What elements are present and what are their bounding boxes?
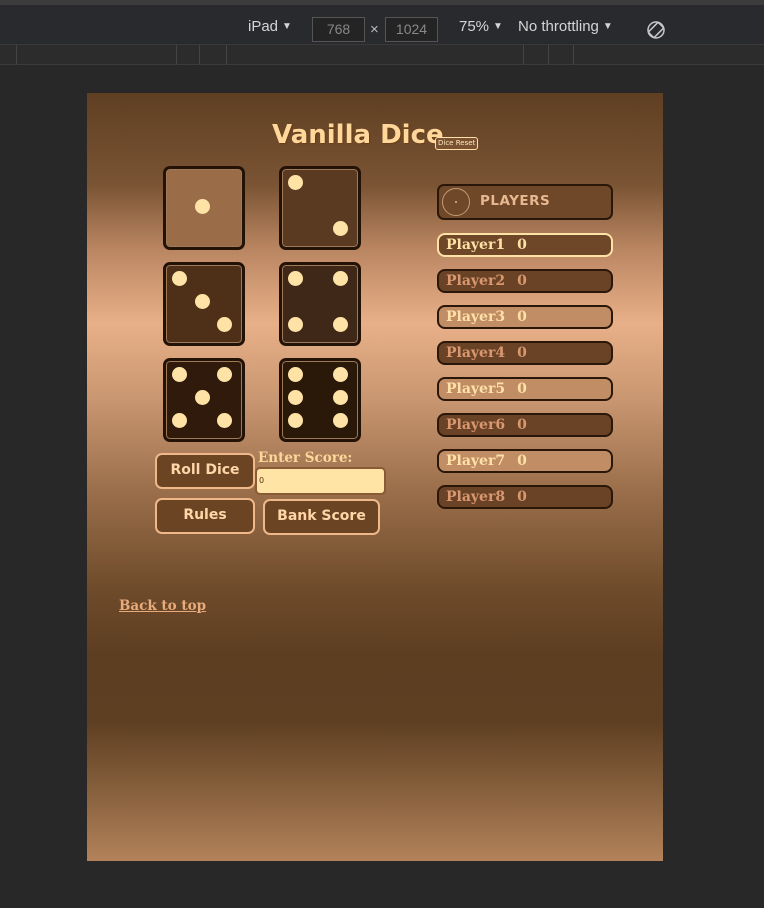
player-score: 0 (517, 453, 527, 469)
player-score: 0 (517, 345, 527, 361)
die-pip (332, 270, 348, 286)
player-score: 0 (517, 489, 527, 505)
die-pip (194, 389, 210, 405)
score-input[interactable]: 0 (255, 467, 386, 495)
die-pip (287, 270, 303, 286)
die-pip (171, 412, 187, 428)
player-name: Player6 (446, 417, 506, 433)
player-score: 0 (517, 273, 527, 289)
roll-dice-button[interactable]: Roll Dice (155, 453, 255, 489)
player-row[interactable]: Player7 0 (437, 449, 613, 473)
back-to-top-link[interactable]: Back to top (119, 598, 206, 614)
die-pip (287, 412, 303, 428)
player-row[interactable]: Player6 0 (437, 413, 613, 437)
player-row[interactable]: Player5 0 (437, 377, 613, 401)
page-title: Vanilla Dice (272, 120, 444, 150)
enter-score-label: Enter Score: (258, 450, 353, 466)
players-toggle-dot (455, 201, 457, 203)
player-name: Player8 (446, 489, 506, 505)
players-label: PLAYERS (480, 193, 551, 209)
throttling-label: No throttling (518, 18, 599, 35)
player-name: Player5 (446, 381, 506, 397)
player-row[interactable]: Player1 0 (437, 233, 613, 257)
players-header[interactable]: PLAYERS (437, 184, 613, 220)
die-pip (332, 412, 348, 428)
die-pip (194, 198, 210, 214)
die-pip (287, 389, 303, 405)
rotate-icon[interactable] (645, 19, 667, 41)
die-pip (332, 366, 348, 382)
dice-reset-button[interactable]: Dice Reset (435, 137, 479, 150)
die-4[interactable] (279, 262, 361, 346)
die-pip (216, 366, 232, 382)
device-select[interactable]: iPad ▼ (248, 18, 292, 35)
zoom-select[interactable]: 75% ▼ (459, 18, 503, 35)
player-score: 0 (517, 237, 527, 253)
player-name: Player3 (446, 309, 506, 325)
zoom-label: 75% (459, 18, 490, 35)
die-pip (194, 293, 210, 309)
rules-button[interactable]: Rules (155, 498, 255, 534)
device-viewport: Vanilla Dice Dice Reset Roll Dice Rules … (87, 93, 663, 861)
die-5[interactable] (163, 358, 245, 442)
player-name: Player2 (446, 273, 506, 289)
player-score: 0 (517, 417, 527, 433)
chevron-down-icon: ▼ (602, 21, 613, 32)
player-row[interactable]: Player3 0 (437, 305, 613, 329)
player-row[interactable]: Player4 0 (437, 341, 613, 365)
die-3[interactable] (163, 262, 245, 346)
die-pip (287, 366, 303, 382)
player-name: Player7 (446, 453, 506, 469)
device-toolbar: iPad ▼ 768 × 1024 75% ▼ No throttling ▼ (0, 0, 764, 44)
player-score: 0 (517, 309, 527, 325)
die-pip (216, 316, 232, 332)
media-query-ruler (0, 44, 764, 65)
die-pip (171, 366, 187, 382)
chevron-down-icon: ▼ (493, 21, 503, 32)
die-pip (287, 174, 303, 190)
die-pip (287, 316, 303, 332)
height-field[interactable]: 1024 (385, 17, 438, 42)
chevron-down-icon: ▼ (282, 21, 292, 32)
die-pip (171, 270, 187, 286)
die-1[interactable] (163, 166, 245, 250)
die-2[interactable] (279, 166, 361, 250)
player-score: 0 (517, 381, 527, 397)
die-pip (332, 316, 348, 332)
throttling-select[interactable]: No throttling ▼ (518, 18, 613, 35)
player-row[interactable]: Player8 0 (437, 485, 613, 509)
die-pip (332, 220, 348, 236)
die-pip (332, 389, 348, 405)
device-label: iPad (248, 18, 279, 35)
player-name: Player1 (446, 237, 506, 253)
width-field[interactable]: 768 (312, 17, 365, 42)
player-name: Player4 (446, 345, 506, 361)
die-6[interactable] (279, 358, 361, 442)
player-row[interactable]: Player2 0 (437, 269, 613, 293)
die-pip (216, 412, 232, 428)
times-symbol: × (370, 21, 379, 38)
bank-score-button[interactable]: Bank Score (263, 499, 380, 535)
